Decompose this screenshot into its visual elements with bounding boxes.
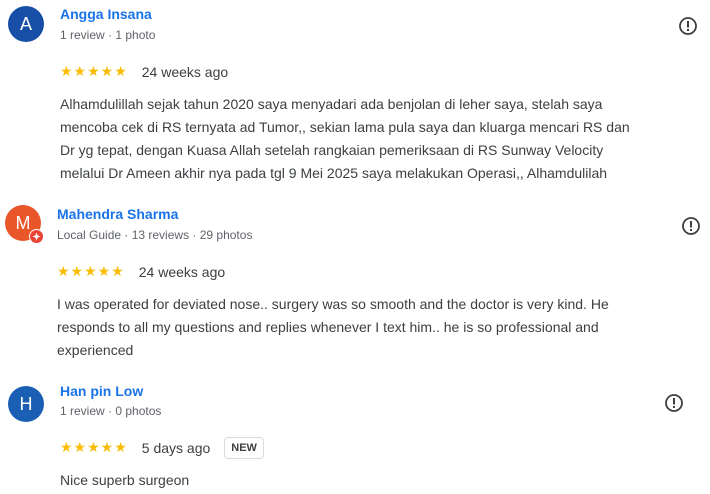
reviewer-meta: 1 review · 1 photo bbox=[60, 28, 156, 42]
review-text: Alhamdulillah sejak tahun 2020 saya meny… bbox=[60, 93, 630, 185]
review-text-line: Nice superb surgeon bbox=[60, 472, 190, 488]
reviewer-name[interactable]: Han pin Low bbox=[60, 382, 143, 400]
reviewer-name[interactable]: Mahendra Sharma bbox=[57, 205, 178, 223]
local-guide-badge-icon bbox=[29, 229, 44, 244]
review-date: 24 weeks ago bbox=[141, 64, 229, 80]
review-text-line: I was operated for deviated nose.. surge… bbox=[57, 296, 609, 312]
report-button[interactable] bbox=[679, 214, 703, 238]
review-date: 24 weeks ago bbox=[138, 264, 226, 280]
avatar[interactable]: A bbox=[8, 6, 44, 42]
rating-line: ★★★★★ 5 days ago NEW bbox=[60, 437, 264, 459]
reviewer-meta: Local Guide · 13 reviews · 29 photos bbox=[57, 228, 253, 242]
review-text-line: Dr yg tepat, dengan Kuasa Allah setelah … bbox=[60, 142, 604, 158]
star-rating: ★★★★★ bbox=[60, 64, 128, 80]
review-date: 5 days ago bbox=[141, 440, 211, 456]
review-text-line: Alhamdulillah sejak tahun 2020 saya meny… bbox=[60, 96, 603, 112]
review-text-line: melalui Dr Ameen akhir nya pada tgl 9 Me… bbox=[60, 165, 608, 181]
reviewer-meta: 1 review · 0 photos bbox=[60, 404, 162, 418]
report-icon bbox=[679, 17, 697, 35]
report-button[interactable] bbox=[662, 391, 686, 415]
review-text-line: responds to all my questions and replies… bbox=[57, 319, 599, 335]
avatar-letter: A bbox=[19, 14, 32, 34]
review-text: Nice superb surgeon bbox=[60, 469, 189, 492]
review-text-line: mencoba cek di RS ternyata ad Tumor,, se… bbox=[60, 119, 630, 135]
report-icon bbox=[682, 217, 700, 235]
avatar-letter: H bbox=[19, 394, 33, 414]
rating-line: ★★★★★ 24 weeks ago bbox=[57, 263, 225, 281]
avatar-letter: M bbox=[15, 213, 31, 233]
avatar[interactable]: H bbox=[8, 386, 44, 422]
avatar[interactable]: M bbox=[5, 205, 44, 244]
report-icon bbox=[665, 394, 683, 412]
star-rating: ★★★★★ bbox=[60, 440, 128, 456]
review-text: I was operated for deviated nose.. surge… bbox=[57, 293, 609, 362]
star-rating: ★★★★★ bbox=[57, 264, 125, 280]
rating-line: ★★★★★ 24 weeks ago bbox=[60, 63, 228, 81]
new-badge: NEW bbox=[224, 437, 264, 459]
reviewer-name[interactable]: Angga Insana bbox=[60, 5, 152, 23]
review-text-line: experienced bbox=[57, 342, 134, 358]
report-button[interactable] bbox=[676, 14, 700, 38]
